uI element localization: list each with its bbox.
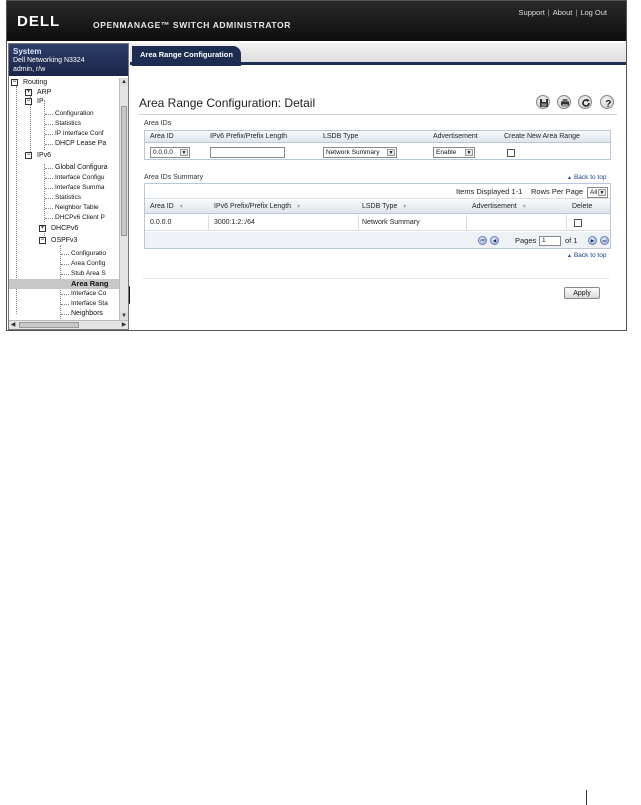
scroll-thumb[interactable]	[121, 106, 127, 236]
area-id-select[interactable]: 0.0.0.0 ▼	[150, 147, 190, 158]
nav-ipv6-interface-config[interactable]: Interface Configu	[55, 173, 105, 183]
system-user: admin, r/w	[13, 66, 46, 73]
dell-logo: DELL	[17, 13, 61, 30]
nav-ospfv3-area-range-selected[interactable]: Area Rang	[9, 279, 119, 289]
nav-ospfv3-configuration[interactable]: Configuratio	[71, 249, 106, 259]
chevron-down-icon: ▼	[387, 149, 395, 156]
nav-ospfv3-stub-area[interactable]: Stub Area S	[71, 269, 106, 279]
help-icon[interactable]: ?	[600, 95, 614, 109]
sidebar-vertical-scrollbar[interactable]: ▲ ▼	[119, 78, 128, 320]
row-delete-checkbox[interactable]	[574, 219, 582, 227]
back-to-top-link[interactable]: ▲ Back to top	[567, 174, 606, 181]
navigation-sidebar: System Dell Networking N3324 admin, r/w …	[8, 43, 129, 330]
hscroll-thumb[interactable]	[19, 322, 79, 328]
back-to-top-link-2[interactable]: ▲ Back to top	[567, 252, 606, 259]
chevron-down-icon: ▼	[465, 149, 473, 156]
scroll-right-icon[interactable]: ▶	[120, 321, 128, 329]
area-ids-summary-grid: Items Displayed 1-1 Rows Per Page All ▼ …	[144, 183, 611, 249]
col-lsdb-type: LSDB Type	[323, 133, 359, 140]
apply-button[interactable]: Apply	[564, 287, 600, 299]
nav-ip-configuration[interactable]: Configuration	[55, 109, 94, 119]
create-new-area-range-checkbox[interactable]	[507, 149, 515, 157]
summary-col-delete: Delete	[572, 203, 593, 210]
top-links: Support | About | Log Out	[518, 8, 607, 17]
support-link[interactable]: Support	[519, 8, 545, 17]
browser-screen: DELL OPENMANAGE™ SWITCH ADMINISTRATOR Su…	[6, 0, 627, 331]
row-lsdb-type: Network Summary	[362, 219, 420, 226]
rows-per-page-select[interactable]: All ▼	[587, 187, 608, 198]
row-area-id: 0.0.0.0	[150, 219, 172, 226]
main-content: Area Range Configuration Area Range Conf…	[130, 43, 626, 330]
scroll-up-icon[interactable]: ▲	[120, 78, 128, 86]
rows-per-page-label: Rows Per Page	[531, 187, 584, 196]
of-pages-label: of 1	[565, 236, 578, 245]
about-link[interactable]: About	[553, 8, 573, 17]
col-advertisement: Advertisement	[433, 133, 478, 140]
tab-bar: Area Range Configuration	[130, 43, 626, 66]
table-row: 0.0.0.0 3000:1:2::/64 Network Summary	[145, 215, 610, 231]
col-prefix: IPv6 Prefix/Prefix Length	[210, 133, 288, 140]
area-ids-grid: Area ID IPv6 Prefix/Prefix Length LSDB T…	[144, 130, 611, 160]
nav-tree: − Routing + ARP − IP Configuration Stati…	[9, 78, 119, 320]
scroll-left-icon[interactable]: ◀	[9, 321, 17, 329]
print-icon[interactable]	[557, 95, 571, 109]
lsdb-type-select[interactable]: Network Summary ▼	[323, 147, 397, 158]
items-displayed: Items Displayed 1-1	[456, 187, 523, 196]
footer-divider	[143, 278, 609, 279]
area-ids-summary-label: Area IDs Summary	[144, 174, 204, 181]
nav-ip-interface-config[interactable]: IP Interface Conf	[55, 129, 104, 139]
app-title: OPENMANAGE™ SWITCH ADMINISTRATOR	[93, 20, 292, 30]
system-panel: System Dell Networking N3324 admin, r/w	[9, 44, 128, 76]
nav-ip-statistics[interactable]: Statistics	[55, 119, 81, 129]
page-number-input[interactable]: 1	[539, 236, 561, 246]
tab-area-range-configuration[interactable]: Area Range Configuration	[132, 46, 241, 66]
chevron-down-icon: ▼	[180, 149, 188, 156]
last-page-icon[interactable]: ⏭	[600, 236, 609, 245]
nav-ospfv3-neighbors[interactable]: Neighbors	[71, 309, 103, 319]
first-page-icon[interactable]: ⏮	[478, 236, 487, 245]
nav-ipv6-statistics[interactable]: Statistics	[55, 193, 81, 203]
nav-dhcp-lease-parameters[interactable]: DHCP Lease Pa	[55, 139, 106, 149]
document-margin-line	[586, 790, 587, 805]
nav-ipv6-global-config[interactable]: Global Configura	[55, 163, 108, 173]
refresh-icon[interactable]	[578, 95, 592, 109]
nav-ipv6-interface-summary[interactable]: Interface Summa	[55, 183, 105, 193]
summary-col-advertisement[interactable]: Advertisement ▼	[472, 201, 527, 213]
nav-ospfv3-interface-config[interactable]: Interface Co	[71, 289, 106, 299]
prefix-input[interactable]	[210, 147, 285, 158]
title-divider	[139, 114, 617, 115]
page-title: Area Range Configuration: Detail	[139, 96, 316, 110]
prev-page-icon[interactable]: ◀	[490, 236, 499, 245]
area-ids-label: Area IDs	[144, 120, 172, 127]
system-title[interactable]: System	[13, 47, 124, 56]
summary-col-lsdb-type[interactable]: LSDB Type ▼	[362, 201, 407, 213]
nav-ipv6-neighbor-table[interactable]: Neighbor Table	[55, 203, 99, 213]
nav-ospfv3-interface-stats[interactable]: Interface Sta	[71, 299, 108, 309]
sidebar-horizontal-scrollbar[interactable]: ◀ ▶	[9, 320, 128, 329]
col-area-id: Area ID	[150, 133, 174, 140]
next-page-icon[interactable]: ▶	[588, 236, 597, 245]
chevron-down-icon: ▼	[598, 189, 606, 196]
scroll-down-icon[interactable]: ▼	[120, 312, 128, 320]
row-prefix: 3000:1:2::/64	[214, 219, 255, 226]
svg-text:?: ?	[605, 99, 611, 108]
logout-link[interactable]: Log Out	[580, 8, 607, 17]
summary-col-area-id[interactable]: Area ID ▼	[150, 201, 184, 213]
app-header: DELL OPENMANAGE™ SWITCH ADMINISTRATOR Su…	[7, 1, 626, 41]
summary-col-prefix[interactable]: IPv6 Prefix/Prefix Length ▼	[214, 201, 301, 213]
col-create-new: Create New Area Range	[504, 133, 580, 140]
system-model: Dell Networking N3324	[13, 57, 85, 64]
advertisement-select[interactable]: Enable ▼	[433, 147, 475, 158]
nav-dhcpv6-client[interactable]: DHCPv6 Client P	[55, 213, 105, 223]
nav-ospfv3-area-config[interactable]: Area Config	[71, 259, 105, 269]
pages-label: Pages	[515, 236, 537, 245]
save-icon[interactable]	[536, 95, 550, 109]
